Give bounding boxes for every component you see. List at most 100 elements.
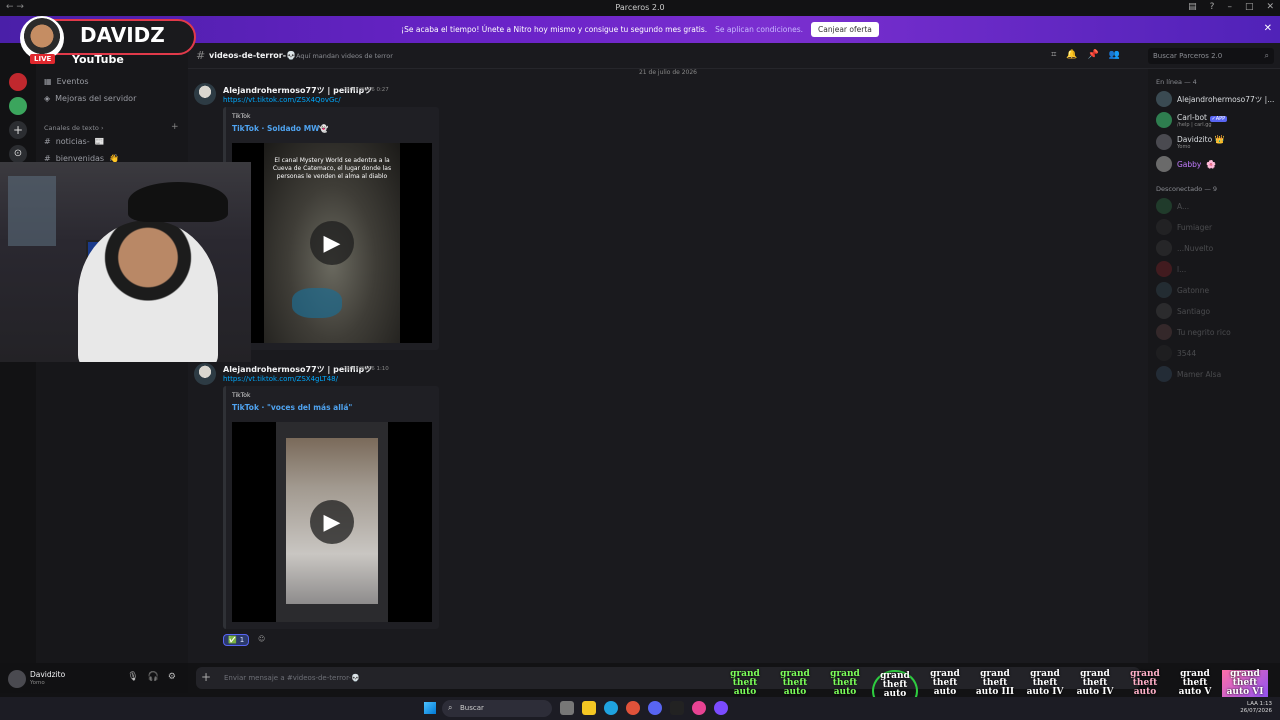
app-icon[interactable] xyxy=(692,701,706,715)
user-status: Yomo xyxy=(30,680,45,686)
avatar xyxy=(1156,240,1172,256)
browser-icon[interactable] xyxy=(626,701,640,715)
channel-noticias[interactable]: # noticias- 📰 xyxy=(44,137,105,146)
member-item[interactable]: Davidzito 👑 Yomo xyxy=(1156,134,1225,150)
file-explorer-icon[interactable] xyxy=(582,701,596,715)
streamer-name: DAVIDZ xyxy=(80,23,165,47)
clock[interactable]: LAA 1:13 26/07/2026 xyxy=(1240,701,1272,715)
sidebar-item-boosts[interactable]: ◈ Mejoras del servidor xyxy=(44,94,136,103)
member-item[interactable]: 3544 xyxy=(1156,345,1196,361)
user-name: Davidzito xyxy=(30,670,66,679)
streamer xyxy=(78,220,218,362)
edge-icon[interactable] xyxy=(604,701,618,715)
user-controls: 🎙 🎧 ⚙ xyxy=(127,672,176,682)
add-reaction-icon[interactable]: ☺ xyxy=(254,634,269,644)
video-player[interactable]: El canal Mystery World se adentra a la C… xyxy=(232,143,432,343)
avatar xyxy=(1156,345,1172,361)
avatar xyxy=(1156,112,1172,128)
server-icon[interactable] xyxy=(9,97,27,115)
tiktok-icon[interactable] xyxy=(670,701,684,715)
discord-icon[interactable] xyxy=(648,701,662,715)
windows-start-icon[interactable] xyxy=(424,702,436,714)
avatar xyxy=(1156,324,1172,340)
member-item[interactable]: Tu negrito rico xyxy=(1156,324,1231,340)
avatar xyxy=(1156,303,1172,319)
hash-icon: # xyxy=(44,137,51,146)
gear-icon[interactable]: ⚙ xyxy=(168,672,176,682)
message-placeholder: Enviar mensaje a #videos-de-terror-💀 xyxy=(224,674,360,682)
avatar xyxy=(1156,134,1172,150)
minimize-button[interactable]: – xyxy=(1227,2,1232,12)
avatar xyxy=(1156,261,1172,277)
channel-label: noticias- xyxy=(55,137,90,146)
member-item[interactable]: Fumiager xyxy=(1156,219,1212,235)
member-item[interactable]: Alejandrohermoso77ツ |... xyxy=(1156,91,1274,107)
sidebar-item-events[interactable]: ▦ Eventos xyxy=(44,77,89,86)
avatar[interactable] xyxy=(8,670,26,688)
member-item[interactable]: A... xyxy=(1156,198,1189,214)
reaction-check[interactable]: ✅ 1 xyxy=(223,634,250,646)
redeem-offer-button[interactable]: Canjear oferta xyxy=(811,22,879,37)
threads-icon[interactable]: ⌗ xyxy=(1051,50,1056,60)
play-icon[interactable]: ▶ xyxy=(310,221,354,265)
youtube-logo: YouTube xyxy=(72,53,124,66)
add-channel-icon[interactable]: + xyxy=(171,122,179,132)
add-server-icon[interactable]: + xyxy=(9,121,27,139)
category-text-channels[interactable]: Canales de texto › xyxy=(44,124,104,132)
avatar xyxy=(1156,91,1172,107)
bell-icon[interactable]: 🔔 xyxy=(1066,50,1077,60)
member-item[interactable]: Carl-bot ✓APP /help | carl.gg xyxy=(1156,112,1228,128)
poster xyxy=(8,176,56,246)
avatar xyxy=(1156,198,1172,214)
sidebar-item-label: Mejoras del servidor xyxy=(55,94,137,103)
members-icon[interactable]: 👥 xyxy=(1109,50,1120,60)
video-player[interactable]: ▶ xyxy=(232,422,432,622)
server-icon[interactable] xyxy=(9,73,27,91)
member-item[interactable]: Santiago xyxy=(1156,303,1210,319)
title-bar: ← → Parceros 2.0 ▤ ? – □ ✕ xyxy=(0,0,1280,16)
calendar-icon: ▦ xyxy=(44,77,52,86)
search-icon: ⌕ xyxy=(1264,51,1269,60)
help-icon[interactable]: ? xyxy=(1210,2,1215,12)
message-timestamp: 21/07/2026 1:10 xyxy=(343,366,389,372)
user-panel: Davidzito Yomo 🎙 🎧 ⚙ xyxy=(0,663,188,693)
channel-topic[interactable]: Aquí mandan videos de terror xyxy=(296,52,393,60)
inbox-icon[interactable]: ▤ xyxy=(1188,2,1197,12)
play-icon[interactable]: ▶ xyxy=(310,500,354,544)
nitro-conditions-link[interactable]: Se aplican condiciones. xyxy=(715,25,803,34)
task-view-icon[interactable] xyxy=(560,701,574,715)
offline-header: Desconectado — 9 xyxy=(1156,185,1218,193)
message-link[interactable]: https://vt.tiktok.com/ZSX4QovGc/ xyxy=(223,96,341,104)
date-divider: 21 de julio de 2026 xyxy=(638,69,697,76)
member-item[interactable]: Mamer Alsa xyxy=(1156,366,1221,382)
webcam-overlay xyxy=(0,162,251,362)
microphone-icon[interactable]: 🎙 xyxy=(127,672,138,682)
embed-title[interactable]: TikTok · "voces del más allá" xyxy=(232,403,352,412)
member-item[interactable]: l... xyxy=(1156,261,1186,277)
close-button[interactable]: ✕ xyxy=(1266,2,1274,12)
maximize-button[interactable]: □ xyxy=(1245,2,1254,12)
upload-icon[interactable]: + xyxy=(201,670,211,684)
app-icon[interactable] xyxy=(714,701,728,715)
member-item[interactable]: Gatonne xyxy=(1156,282,1209,298)
search-icon: ⌕ xyxy=(448,703,453,712)
embed-title[interactable]: TikTok · Soldado MW👻 xyxy=(232,124,329,133)
message-link[interactable]: https://vt.tiktok.com/ZSX4gLT48/ xyxy=(223,375,338,383)
member-item[interactable]: Gabby 🌸 xyxy=(1156,156,1216,172)
member-item[interactable]: ...Nuvelto xyxy=(1156,240,1213,256)
avatar xyxy=(1156,219,1172,235)
boost-icon: ◈ xyxy=(44,94,51,103)
taskbar-search[interactable]: ⌕ Buscar xyxy=(442,700,552,717)
close-icon[interactable]: ✕ xyxy=(1264,23,1272,34)
stream-overlay: DAVIDZ LIVE YouTube xyxy=(0,16,200,68)
avatar[interactable] xyxy=(194,83,216,105)
taskbar: ⌕ Buscar LAA 1:13 26/07/2026 xyxy=(0,697,1280,720)
discover-icon[interactable]: ⊙ xyxy=(9,145,27,163)
pin-icon[interactable]: 📌 xyxy=(1088,50,1099,60)
headphones-icon[interactable]: 🎧 xyxy=(148,672,159,682)
search-input[interactable]: Buscar Parceros 2.0 ⌕ xyxy=(1148,48,1274,64)
avatar[interactable] xyxy=(194,363,216,385)
embed-provider: TikTok xyxy=(232,392,251,399)
avatar xyxy=(1156,366,1172,382)
message-area: 21 de julio de 2026 Alejandrohermoso77ツ … xyxy=(188,69,1148,663)
